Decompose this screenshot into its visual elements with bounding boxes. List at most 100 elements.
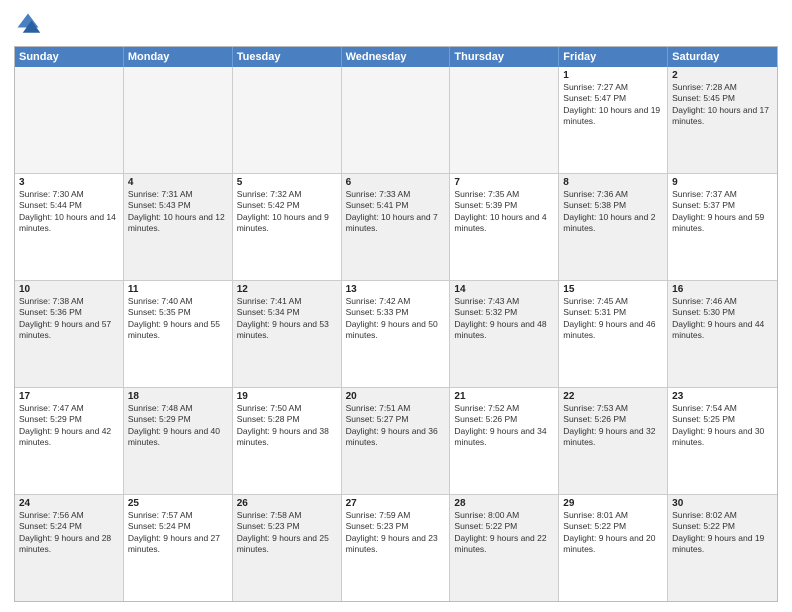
weekday-header: Sunday [15,47,124,67]
day-info: Sunrise: 7:37 AM Sunset: 5:37 PM Dayligh… [672,189,764,233]
calendar-day-cell: 6Sunrise: 7:33 AM Sunset: 5:41 PM Daylig… [342,174,451,280]
day-number: 9 [672,177,773,188]
calendar-day-cell: 14Sunrise: 7:43 AM Sunset: 5:32 PM Dayli… [450,281,559,387]
day-number: 21 [454,391,554,402]
day-info: Sunrise: 7:47 AM Sunset: 5:29 PM Dayligh… [19,403,111,447]
day-info: Sunrise: 7:45 AM Sunset: 5:31 PM Dayligh… [563,296,655,340]
calendar-week-row: 17Sunrise: 7:47 AM Sunset: 5:29 PM Dayli… [15,388,777,495]
calendar-day-cell: 12Sunrise: 7:41 AM Sunset: 5:34 PM Dayli… [233,281,342,387]
day-number: 30 [672,498,773,509]
day-number: 29 [563,498,663,509]
day-number: 7 [454,177,554,188]
day-info: Sunrise: 7:57 AM Sunset: 5:24 PM Dayligh… [128,510,220,554]
calendar-day-cell: 8Sunrise: 7:36 AM Sunset: 5:38 PM Daylig… [559,174,668,280]
day-number: 17 [19,391,119,402]
calendar-day-cell: 25Sunrise: 7:57 AM Sunset: 5:24 PM Dayli… [124,495,233,601]
day-number: 27 [346,498,446,509]
calendar-day-cell: 10Sunrise: 7:38 AM Sunset: 5:36 PM Dayli… [15,281,124,387]
calendar-day-cell: 26Sunrise: 7:58 AM Sunset: 5:23 PM Dayli… [233,495,342,601]
day-info: Sunrise: 8:02 AM Sunset: 5:22 PM Dayligh… [672,510,764,554]
day-info: Sunrise: 7:27 AM Sunset: 5:47 PM Dayligh… [563,82,660,126]
day-number: 10 [19,284,119,295]
day-number: 3 [19,177,119,188]
day-info: Sunrise: 7:58 AM Sunset: 5:23 PM Dayligh… [237,510,329,554]
calendar-day-cell: 3Sunrise: 7:30 AM Sunset: 5:44 PM Daylig… [15,174,124,280]
calendar-day-cell: 2Sunrise: 7:28 AM Sunset: 5:45 PM Daylig… [668,67,777,173]
day-number: 25 [128,498,228,509]
calendar-day-cell: 20Sunrise: 7:51 AM Sunset: 5:27 PM Dayli… [342,388,451,494]
day-info: Sunrise: 7:31 AM Sunset: 5:43 PM Dayligh… [128,189,225,233]
day-number: 26 [237,498,337,509]
day-info: Sunrise: 8:00 AM Sunset: 5:22 PM Dayligh… [454,510,546,554]
day-info: Sunrise: 7:56 AM Sunset: 5:24 PM Dayligh… [19,510,111,554]
day-number: 14 [454,284,554,295]
calendar-header: SundayMondayTuesdayWednesdayThursdayFrid… [15,47,777,67]
logo [14,10,46,38]
calendar-day-cell: 24Sunrise: 7:56 AM Sunset: 5:24 PM Dayli… [15,495,124,601]
day-number: 11 [128,284,228,295]
calendar-week-row: 1Sunrise: 7:27 AM Sunset: 5:47 PM Daylig… [15,67,777,174]
calendar-day-cell [233,67,342,173]
calendar-body: 1Sunrise: 7:27 AM Sunset: 5:47 PM Daylig… [15,67,777,601]
day-number: 20 [346,391,446,402]
day-info: Sunrise: 7:48 AM Sunset: 5:29 PM Dayligh… [128,403,220,447]
calendar-day-cell: 21Sunrise: 7:52 AM Sunset: 5:26 PM Dayli… [450,388,559,494]
day-number: 18 [128,391,228,402]
day-number: 16 [672,284,773,295]
calendar-day-cell: 7Sunrise: 7:35 AM Sunset: 5:39 PM Daylig… [450,174,559,280]
calendar-day-cell: 28Sunrise: 8:00 AM Sunset: 5:22 PM Dayli… [450,495,559,601]
calendar-day-cell: 29Sunrise: 8:01 AM Sunset: 5:22 PM Dayli… [559,495,668,601]
day-number: 23 [672,391,773,402]
weekday-header: Monday [124,47,233,67]
day-info: Sunrise: 7:43 AM Sunset: 5:32 PM Dayligh… [454,296,546,340]
day-info: Sunrise: 7:50 AM Sunset: 5:28 PM Dayligh… [237,403,329,447]
calendar-day-cell: 13Sunrise: 7:42 AM Sunset: 5:33 PM Dayli… [342,281,451,387]
day-number: 22 [563,391,663,402]
day-info: Sunrise: 7:28 AM Sunset: 5:45 PM Dayligh… [672,82,769,126]
day-number: 19 [237,391,337,402]
calendar-day-cell: 4Sunrise: 7:31 AM Sunset: 5:43 PM Daylig… [124,174,233,280]
day-number: 12 [237,284,337,295]
day-number: 6 [346,177,446,188]
day-number: 24 [19,498,119,509]
calendar-day-cell [124,67,233,173]
day-info: Sunrise: 7:40 AM Sunset: 5:35 PM Dayligh… [128,296,220,340]
day-info: Sunrise: 7:54 AM Sunset: 5:25 PM Dayligh… [672,403,764,447]
day-info: Sunrise: 7:41 AM Sunset: 5:34 PM Dayligh… [237,296,329,340]
calendar-day-cell: 18Sunrise: 7:48 AM Sunset: 5:29 PM Dayli… [124,388,233,494]
calendar: SundayMondayTuesdayWednesdayThursdayFrid… [14,46,778,602]
day-info: Sunrise: 7:59 AM Sunset: 5:23 PM Dayligh… [346,510,438,554]
day-info: Sunrise: 7:36 AM Sunset: 5:38 PM Dayligh… [563,189,655,233]
calendar-day-cell: 27Sunrise: 7:59 AM Sunset: 5:23 PM Dayli… [342,495,451,601]
logo-icon [14,10,42,38]
day-info: Sunrise: 7:35 AM Sunset: 5:39 PM Dayligh… [454,189,546,233]
calendar-day-cell: 19Sunrise: 7:50 AM Sunset: 5:28 PM Dayli… [233,388,342,494]
calendar-day-cell: 5Sunrise: 7:32 AM Sunset: 5:42 PM Daylig… [233,174,342,280]
calendar-day-cell [15,67,124,173]
calendar-day-cell: 23Sunrise: 7:54 AM Sunset: 5:25 PM Dayli… [668,388,777,494]
day-info: Sunrise: 7:53 AM Sunset: 5:26 PM Dayligh… [563,403,655,447]
day-info: Sunrise: 7:33 AM Sunset: 5:41 PM Dayligh… [346,189,438,233]
day-number: 13 [346,284,446,295]
calendar-week-row: 3Sunrise: 7:30 AM Sunset: 5:44 PM Daylig… [15,174,777,281]
day-info: Sunrise: 7:51 AM Sunset: 5:27 PM Dayligh… [346,403,438,447]
day-number: 15 [563,284,663,295]
calendar-day-cell: 11Sunrise: 7:40 AM Sunset: 5:35 PM Dayli… [124,281,233,387]
day-info: Sunrise: 7:52 AM Sunset: 5:26 PM Dayligh… [454,403,546,447]
day-info: Sunrise: 7:30 AM Sunset: 5:44 PM Dayligh… [19,189,116,233]
day-info: Sunrise: 8:01 AM Sunset: 5:22 PM Dayligh… [563,510,655,554]
day-info: Sunrise: 7:42 AM Sunset: 5:33 PM Dayligh… [346,296,438,340]
day-number: 8 [563,177,663,188]
day-number: 1 [563,70,663,81]
calendar-day-cell: 17Sunrise: 7:47 AM Sunset: 5:29 PM Dayli… [15,388,124,494]
day-info: Sunrise: 7:32 AM Sunset: 5:42 PM Dayligh… [237,189,329,233]
calendar-day-cell [450,67,559,173]
weekday-header: Tuesday [233,47,342,67]
calendar-day-cell: 22Sunrise: 7:53 AM Sunset: 5:26 PM Dayli… [559,388,668,494]
calendar-day-cell [342,67,451,173]
calendar-day-cell: 15Sunrise: 7:45 AM Sunset: 5:31 PM Dayli… [559,281,668,387]
page-header [14,10,778,38]
calendar-day-cell: 1Sunrise: 7:27 AM Sunset: 5:47 PM Daylig… [559,67,668,173]
calendar-day-cell: 16Sunrise: 7:46 AM Sunset: 5:30 PM Dayli… [668,281,777,387]
day-number: 2 [672,70,773,81]
